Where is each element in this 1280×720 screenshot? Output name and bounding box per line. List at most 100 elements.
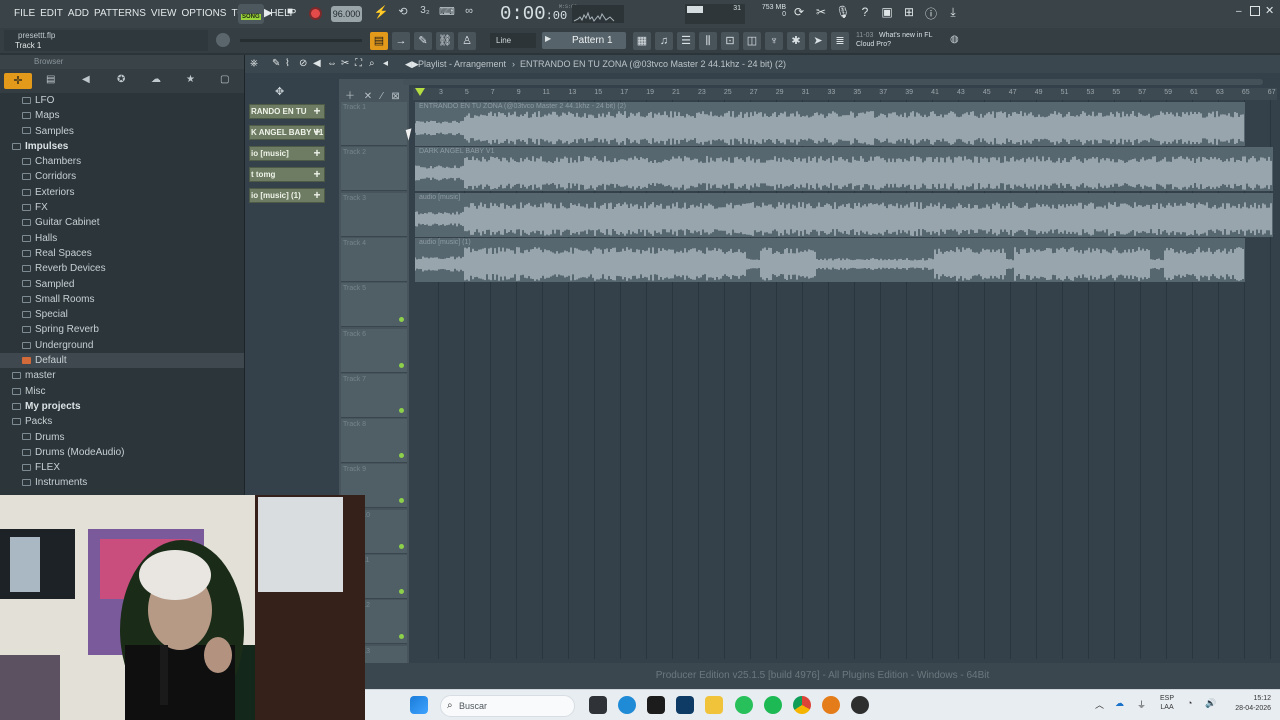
browser-item[interactable]: Spring Reverb — [0, 322, 244, 337]
vegas-icon[interactable] — [676, 696, 694, 714]
browser-item[interactable]: Corridors — [0, 169, 244, 184]
chrome-icon[interactable] — [793, 696, 811, 714]
track-active-led[interactable] — [399, 453, 404, 459]
blend-notes-icon[interactable]: ∞ — [460, 5, 478, 23]
track-header[interactable]: Track 8 — [341, 419, 407, 464]
playlist-menu-icon[interactable]: ◀▶ — [405, 55, 419, 73]
grid-icon[interactable]: ⊠ — [391, 91, 399, 102]
touch-keyboard-icon[interactable]: ✱ — [787, 32, 805, 50]
browser-item[interactable]: LFO — [0, 93, 244, 108]
add-clip-icon[interactable]: + — [311, 126, 323, 139]
menu-add[interactable]: ADD — [68, 8, 89, 19]
browser-item[interactable]: Real Spaces — [0, 246, 244, 261]
record-button[interactable] — [309, 7, 322, 20]
track-active-led[interactable] — [399, 362, 404, 368]
track-active-led[interactable] — [399, 136, 404, 141]
task-view-icon[interactable] — [589, 696, 607, 714]
browser-item[interactable]: Special — [0, 307, 244, 322]
maximize-button[interactable] — [1250, 6, 1260, 16]
picker-clip[interactable]: K ANGEL BABY V1 + — [249, 125, 325, 140]
loop-record-icon[interactable]: ⟲ — [394, 5, 412, 23]
browser-item[interactable]: Misc — [0, 384, 244, 399]
erase-tool-icon[interactable]: ⊘ — [299, 55, 307, 73]
browser-tab-files-icon[interactable]: ▤ — [46, 74, 55, 85]
browser-tab-cloud-icon[interactable]: ☁ — [151, 74, 161, 85]
browser-item[interactable]: Packs — [0, 414, 244, 429]
browser-item[interactable]: Chambers — [0, 154, 244, 169]
tempo-display[interactable]: 96.000 — [331, 6, 362, 22]
draw-tool-icon[interactable]: ✎ — [272, 55, 280, 73]
menu-view[interactable]: VIEW — [151, 8, 177, 19]
tray-onedrive-icon[interactable]: ☁ — [1115, 698, 1124, 709]
pattern-prev-icon[interactable]: ▶ — [545, 34, 551, 43]
paint-tool-icon[interactable]: ⌇ — [285, 55, 290, 73]
edge-icon[interactable] — [618, 696, 636, 714]
link-icon[interactable]: ⛓ — [436, 32, 454, 50]
timeline-ruler[interactable]: 3 5 7 9 11 13 15 17 19 21 23 25 27 29 31 33 35 37 39 41 43 45… — [413, 88, 1277, 100]
tray-volume-icon[interactable]: 🔊 — [1205, 698, 1216, 709]
tray-chevron-icon[interactable]: ︿ — [1095, 698, 1104, 711]
picker-clip[interactable]: RANDO EN TU ZON + — [249, 104, 325, 119]
add-clip-icon[interactable]: + — [311, 189, 323, 202]
snap-select[interactable]: Line — [490, 33, 536, 48]
tray-language[interactable]: ESP LAA — [1160, 694, 1174, 712]
browser-tab-plugins-icon[interactable]: ✪ — [117, 74, 125, 85]
step-edit-icon[interactable]: ⌨ — [438, 5, 456, 23]
picker-clip[interactable]: io [music] + — [249, 146, 325, 161]
stop-button[interactable]: ■ — [287, 6, 301, 20]
track-header[interactable]: Track 3 — [341, 192, 407, 237]
playlist-view-icon[interactable]: ▦ — [633, 32, 651, 50]
brush-icon[interactable]: ✎ — [414, 32, 432, 50]
pat-song-toggle[interactable]: SONG — [238, 4, 264, 24]
plugin-icon[interactable]: ♆ — [765, 32, 783, 50]
browser-item[interactable]: master — [0, 368, 244, 383]
piano-roll-icon[interactable]: ♫ — [655, 32, 673, 50]
select-tool-icon[interactable]: ⛶ — [355, 55, 362, 73]
windows-start-icon[interactable] — [410, 696, 428, 714]
whatsapp-icon[interactable] — [735, 696, 753, 714]
browser-item[interactable]: Small Rooms — [0, 292, 244, 307]
playback-tool-icon[interactable]: ◂ — [383, 55, 388, 73]
track-active-led[interactable] — [399, 634, 404, 640]
audio-clip[interactable]: audio [music] (1) — [415, 237, 1245, 282]
track-header[interactable]: Track 4 — [341, 237, 407, 282]
zoom-tool-icon[interactable]: ⌕ — [369, 55, 375, 73]
browser-tab-folder-icon[interactable]: ▢ — [220, 74, 229, 85]
track-header[interactable]: Track 7 — [341, 373, 407, 418]
browser-tab-star-icon[interactable]: ★ — [186, 74, 195, 85]
download-icon[interactable]: ⤓ — [944, 5, 962, 23]
browser-item[interactable]: Maps — [0, 108, 244, 123]
play-button[interactable]: ▶ — [264, 6, 280, 22]
master-pitch-slider[interactable] — [240, 39, 362, 42]
info-icon[interactable]: ⓘ — [922, 5, 940, 23]
collapse-icon[interactable]: ✕ — [364, 91, 372, 102]
browser-item[interactable]: Halls — [0, 231, 244, 246]
undo-history-icon[interactable]: ⟳ — [790, 5, 808, 23]
fl-alt-icon[interactable] — [851, 696, 869, 714]
playlist-snap-icon[interactable]: ▤ — [370, 32, 388, 50]
browser-item[interactable]: Impulses — [0, 139, 244, 154]
browser-item[interactable]: Underground — [0, 338, 244, 353]
tray-wifi-icon[interactable]: ◔ — [1187, 698, 1192, 708]
browser-item[interactable]: Exteriors — [0, 185, 244, 200]
audio-clip[interactable]: DARK ANGEL BABY V1 — [415, 147, 1273, 192]
add-clip-icon[interactable]: + — [311, 105, 323, 118]
news-panel[interactable]: 11-03 What's new in FL Cloud Pro? ◍ — [855, 31, 963, 51]
cut-tool-icon[interactable]: ✂ — [812, 5, 830, 23]
master-volume-knob[interactable] — [216, 33, 230, 47]
tray-clock[interactable]: 15:12 28-04-2026 — [1225, 694, 1271, 714]
track-header[interactable]: Track 1 — [341, 102, 407, 146]
browser-tab-all[interactable]: ✛ — [4, 73, 32, 89]
browser-item[interactable]: Drums — [0, 430, 244, 445]
browser-item[interactable]: Guitar Cabinet — [0, 215, 244, 230]
playlist-hscroll[interactable] — [403, 79, 1263, 85]
mixer-view-icon[interactable]: ⫼ — [699, 32, 717, 50]
fl-studio-icon[interactable] — [822, 696, 840, 714]
mic-icon[interactable]: 🎙 — [834, 5, 852, 23]
audio-clip[interactable]: audio [music] — [415, 192, 1273, 237]
browser-item[interactable]: Default — [0, 353, 244, 369]
metronome-icon[interactable]: ⚡ — [372, 5, 390, 23]
audio-clip[interactable]: ENTRANDO EN TU ZONA (@03tvco Master 2 44… — [415, 102, 1245, 146]
picker-header-icon[interactable]: ✥ — [275, 85, 284, 98]
send-icon[interactable]: ➤ — [809, 32, 827, 50]
